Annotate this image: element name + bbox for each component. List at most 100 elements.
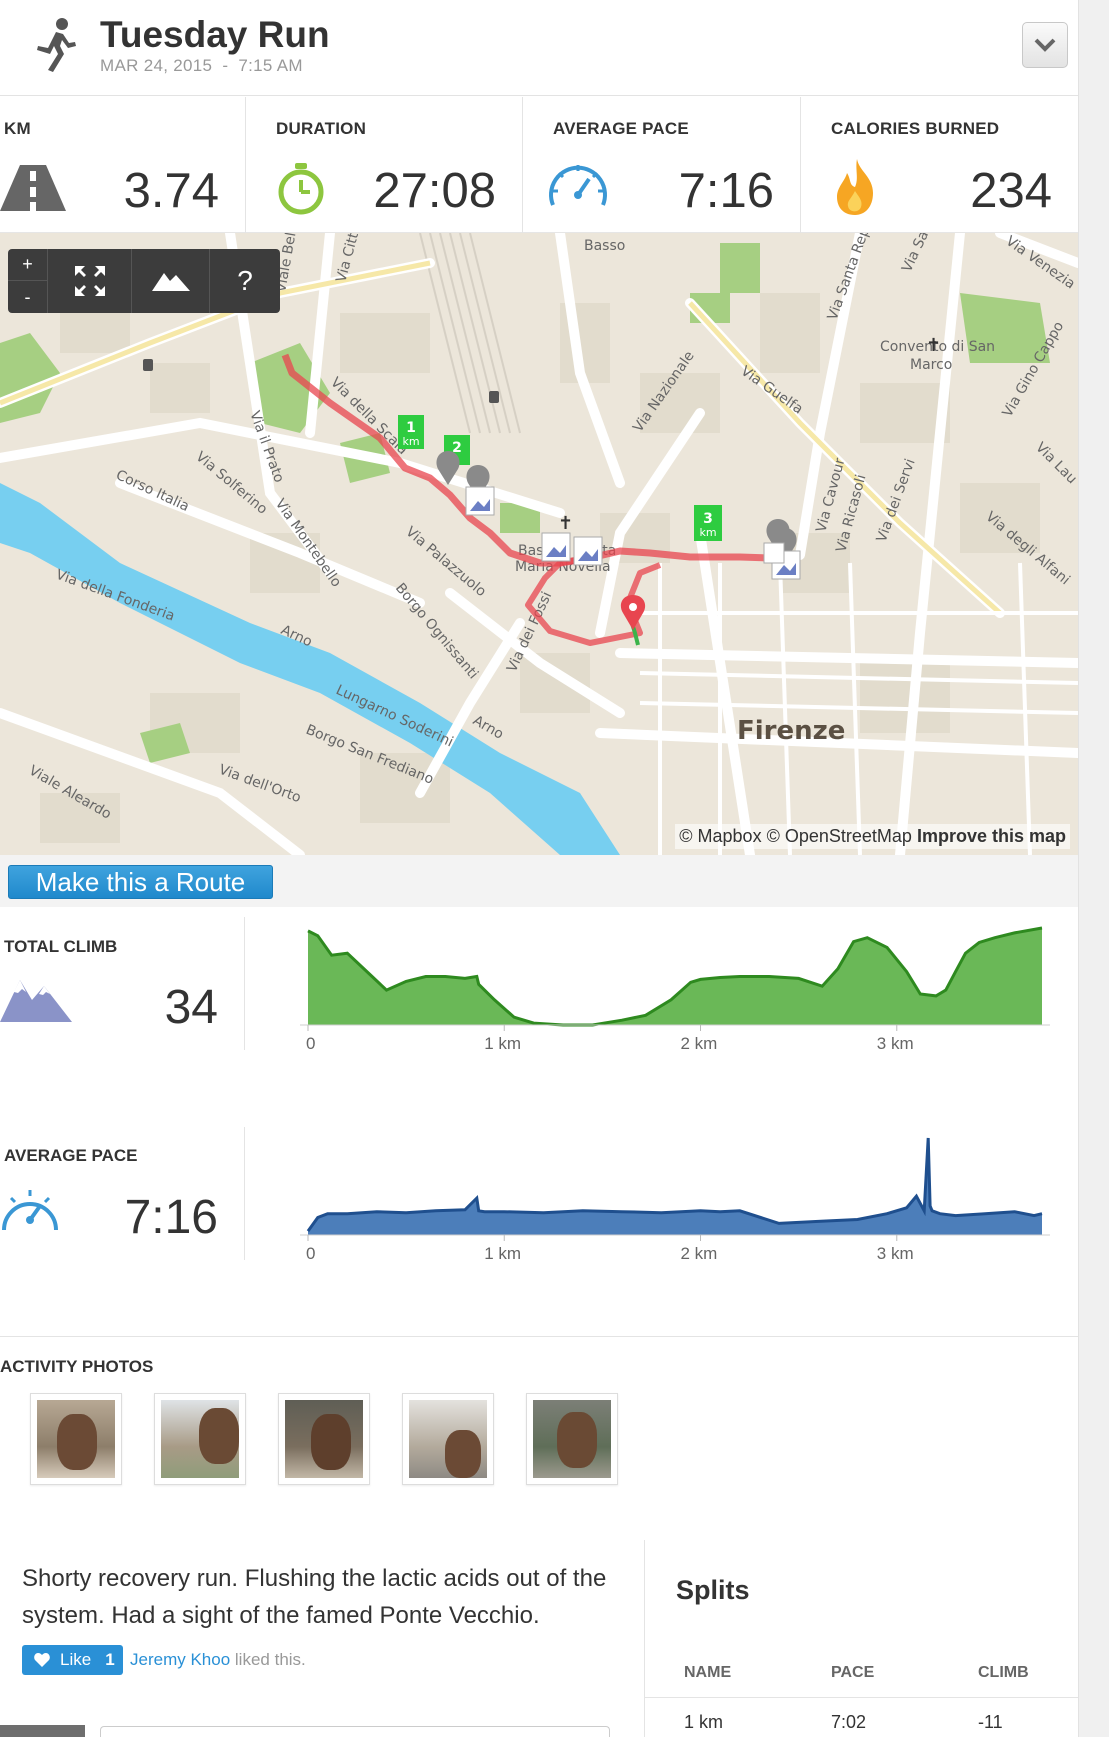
stopwatch-icon bbox=[278, 163, 324, 215]
stat-value: 3.74 bbox=[123, 164, 219, 218]
chart-tick-label: 1 km bbox=[484, 1244, 521, 1263]
map-controls: + - ? bbox=[8, 249, 280, 313]
photos-label: ACTIVITY PHOTOS bbox=[0, 1357, 154, 1376]
date-separator: - bbox=[222, 56, 229, 75]
photo-marker-icon[interactable] bbox=[763, 542, 785, 564]
section-divider bbox=[244, 917, 245, 1050]
pace-label: AVERAGE PACE bbox=[4, 1146, 138, 1165]
heart-icon bbox=[34, 1653, 50, 1667]
chart-tick-label: 3 km bbox=[877, 1244, 914, 1263]
comment-input[interactable] bbox=[100, 1726, 610, 1737]
like-label: Like bbox=[60, 1650, 92, 1669]
stat-value: 27:08 bbox=[373, 164, 496, 218]
km-marker-number: 3 bbox=[703, 511, 713, 527]
split-climb: -11 bbox=[978, 1712, 1003, 1732]
chart-tick-label: 2 km bbox=[681, 1034, 718, 1053]
zoom-out-button[interactable]: - bbox=[8, 281, 48, 313]
route-map[interactable]: Basso Convento di San Marco Basilica San… bbox=[0, 233, 1078, 855]
speedometer-icon bbox=[549, 165, 607, 206]
splits-divider bbox=[645, 1697, 1078, 1698]
map-label: Marco bbox=[910, 357, 952, 373]
liked-by-text: Jeremy Khoo liked this. bbox=[130, 1650, 306, 1670]
split-pace: 7:02 bbox=[831, 1712, 867, 1732]
chart-area bbox=[308, 928, 1042, 1025]
church-icon: ✝ bbox=[558, 513, 573, 534]
activity-datetime: MAR 24, 2015 - 7:15 AM bbox=[100, 56, 303, 76]
splits-col-pace: PACE bbox=[831, 1664, 875, 1681]
map-label: Basso bbox=[584, 238, 625, 254]
stat-distance: KM 3.74 bbox=[0, 97, 246, 233]
make-route-button[interactable]: Make this a Route bbox=[8, 865, 273, 899]
km-marker-unit: km bbox=[402, 435, 419, 448]
activity-page: Tuesday Run MAR 24, 2015 - 7:15 AM KM 3.… bbox=[0, 0, 1078, 1737]
activity-photo-5[interactable] bbox=[526, 1393, 618, 1485]
liked-suffix: liked this. bbox=[234, 1650, 306, 1669]
scrollbar-track[interactable] bbox=[1078, 0, 1109, 1737]
activity-time: 7:15 AM bbox=[238, 56, 303, 75]
stat-calories: CALORIES BURNED 234 bbox=[801, 97, 1078, 233]
options-dropdown-button[interactable] bbox=[1022, 22, 1068, 68]
train-icon bbox=[143, 359, 153, 371]
climb-label: TOTAL CLIMB bbox=[4, 937, 118, 956]
stat-label: KM bbox=[4, 119, 31, 138]
activity-photo-3[interactable] bbox=[278, 1393, 370, 1485]
km-marker-unit: km bbox=[699, 526, 716, 539]
activity-description: Shorty recovery run. Flushing the lactic… bbox=[22, 1565, 607, 1629]
flame-icon bbox=[837, 159, 873, 215]
splits-col-name: NAME bbox=[684, 1664, 732, 1681]
elevation-chart[interactable]: 0 1 km 2 km 3 km bbox=[300, 920, 1050, 1055]
stat-label: CALORIES BURNED bbox=[831, 119, 1000, 138]
section-divider bbox=[0, 1336, 1078, 1337]
terrain-button[interactable] bbox=[132, 249, 210, 313]
km-marker-number: 1 bbox=[406, 420, 416, 436]
chart-area bbox=[308, 1138, 1042, 1235]
stat-label: AVERAGE PACE bbox=[553, 119, 689, 138]
chart-tick-label: 3 km bbox=[877, 1034, 914, 1053]
map-canvas[interactable]: Basso Convento di San Marco Basilica San… bbox=[0, 233, 1078, 855]
map-attribution: © Mapbox © OpenStreetMap Improve this ma… bbox=[675, 824, 1070, 849]
route-button-bar: Make this a Route bbox=[0, 855, 1078, 907]
mapbox-link[interactable]: © Mapbox bbox=[679, 826, 761, 846]
comment-avatar bbox=[0, 1725, 85, 1737]
activity-header: Tuesday Run MAR 24, 2015 - 7:15 AM bbox=[0, 0, 1078, 96]
fullscreen-icon bbox=[74, 266, 105, 296]
stat-average-pace: AVERAGE PACE 7:16 bbox=[523, 97, 801, 233]
like-button[interactable]: Like 1 bbox=[22, 1645, 123, 1675]
split-name: 1 km bbox=[684, 1712, 724, 1732]
chevron-down-icon bbox=[1034, 38, 1056, 52]
stat-value: 234 bbox=[970, 164, 1052, 218]
map-label-city: Firenze bbox=[737, 716, 845, 746]
stat-label: DURATION bbox=[276, 119, 367, 138]
mountain-icon bbox=[151, 273, 190, 291]
splits-col-climb: CLIMB bbox=[978, 1664, 1029, 1681]
pace-value: 7:16 bbox=[124, 1191, 218, 1244]
liker-link[interactable]: Jeremy Khoo bbox=[130, 1650, 230, 1669]
climb-value: 34 bbox=[164, 981, 218, 1034]
like-count: 1 bbox=[105, 1650, 115, 1669]
activity-date: MAR 24, 2015 bbox=[100, 56, 213, 75]
church-icon: ✝ bbox=[926, 335, 941, 356]
chart-tick-label: 2 km bbox=[681, 1244, 718, 1263]
road-icon bbox=[0, 165, 66, 211]
stats-bar: KM 3.74 DURATION 27:08 AVERAGE PACE 7:16… bbox=[0, 97, 1078, 233]
activity-photo-2[interactable] bbox=[154, 1393, 246, 1485]
improve-map-link[interactable]: Improve this map bbox=[917, 826, 1066, 846]
train-icon bbox=[489, 391, 499, 403]
activity-title: Tuesday Run bbox=[100, 14, 330, 55]
chart-tick-label: 0 bbox=[306, 1244, 315, 1263]
chart-tick-label: 0 bbox=[306, 1034, 315, 1053]
help-button[interactable]: ? bbox=[210, 249, 280, 313]
section-divider bbox=[244, 1127, 245, 1260]
osm-link[interactable]: © OpenStreetMap bbox=[767, 826, 912, 846]
zoom-in-button[interactable]: + bbox=[8, 249, 48, 281]
splits-title: Splits bbox=[676, 1575, 750, 1605]
activity-photo-4[interactable] bbox=[402, 1393, 494, 1485]
pace-chart[interactable]: 0 1 km 2 km 3 km bbox=[300, 1130, 1050, 1265]
activity-photo-1[interactable] bbox=[30, 1393, 122, 1485]
chart-tick-label: 1 km bbox=[484, 1034, 521, 1053]
fullscreen-button[interactable] bbox=[48, 249, 132, 313]
runner-icon bbox=[37, 18, 76, 72]
section-divider bbox=[644, 1540, 645, 1737]
stat-value: 7:16 bbox=[678, 164, 774, 218]
stat-duration: DURATION 27:08 bbox=[246, 97, 523, 233]
